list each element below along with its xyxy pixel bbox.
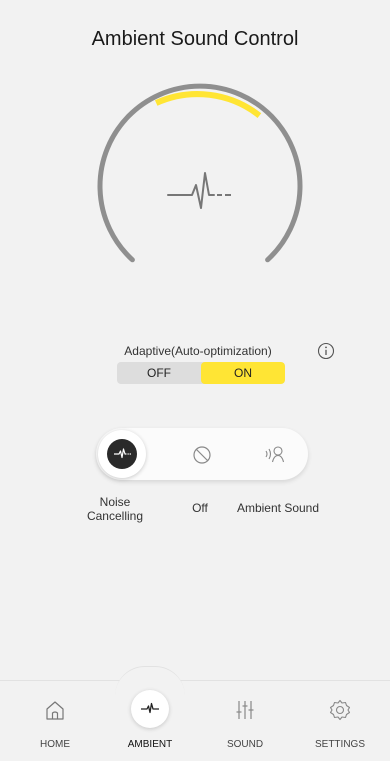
tab-sound[interactable]: SOUND bbox=[200, 680, 290, 761]
page-title: Ambient Sound Control bbox=[91, 28, 299, 50]
noise-cancelling-label: Noise Cancelling bbox=[86, 495, 144, 523]
tab-sound-label: SOUND bbox=[226, 739, 264, 750]
adaptive-toggle[interactable]: OFF ON bbox=[117, 362, 285, 384]
off-icon bbox=[193, 446, 211, 464]
gauge-track bbox=[97, 83, 303, 263]
noise-cancelling-icon bbox=[114, 448, 131, 459]
tab-ambient-label: AMBIENT bbox=[127, 739, 173, 750]
ambient-gauge[interactable] bbox=[0, 80, 390, 280]
tab-settings[interactable]: SETTINGS bbox=[295, 680, 385, 761]
ambient-icon bbox=[141, 702, 159, 714]
mode-selector bbox=[96, 428, 308, 480]
ambient-sound-icon bbox=[265, 446, 285, 463]
tab-ambient[interactable]: AMBIENT bbox=[105, 680, 195, 761]
home-icon bbox=[46, 701, 64, 720]
ambient-sound-label: Ambient Sound bbox=[236, 501, 320, 515]
adaptive-row: Adaptive(Auto-optimization) bbox=[0, 342, 390, 360]
equalizer-icon bbox=[236, 701, 254, 719]
ambient-sound-button[interactable] bbox=[252, 430, 300, 478]
tab-home[interactable]: HOME bbox=[10, 680, 100, 761]
noise-cancelling-button[interactable] bbox=[98, 430, 146, 478]
gear-icon bbox=[329, 699, 351, 721]
noise-cancelling-wave-icon bbox=[167, 172, 231, 209]
info-icon[interactable] bbox=[317, 342, 335, 360]
off-label: Off bbox=[192, 501, 208, 515]
adaptive-off-option[interactable]: OFF bbox=[117, 362, 201, 384]
adaptive-on-option[interactable]: ON bbox=[201, 362, 285, 384]
off-button[interactable] bbox=[178, 430, 226, 478]
tab-home-label: HOME bbox=[40, 739, 70, 750]
tab-settings-label: SETTINGS bbox=[314, 739, 365, 750]
adaptive-label: Adaptive(Auto-optimization) bbox=[124, 344, 272, 358]
